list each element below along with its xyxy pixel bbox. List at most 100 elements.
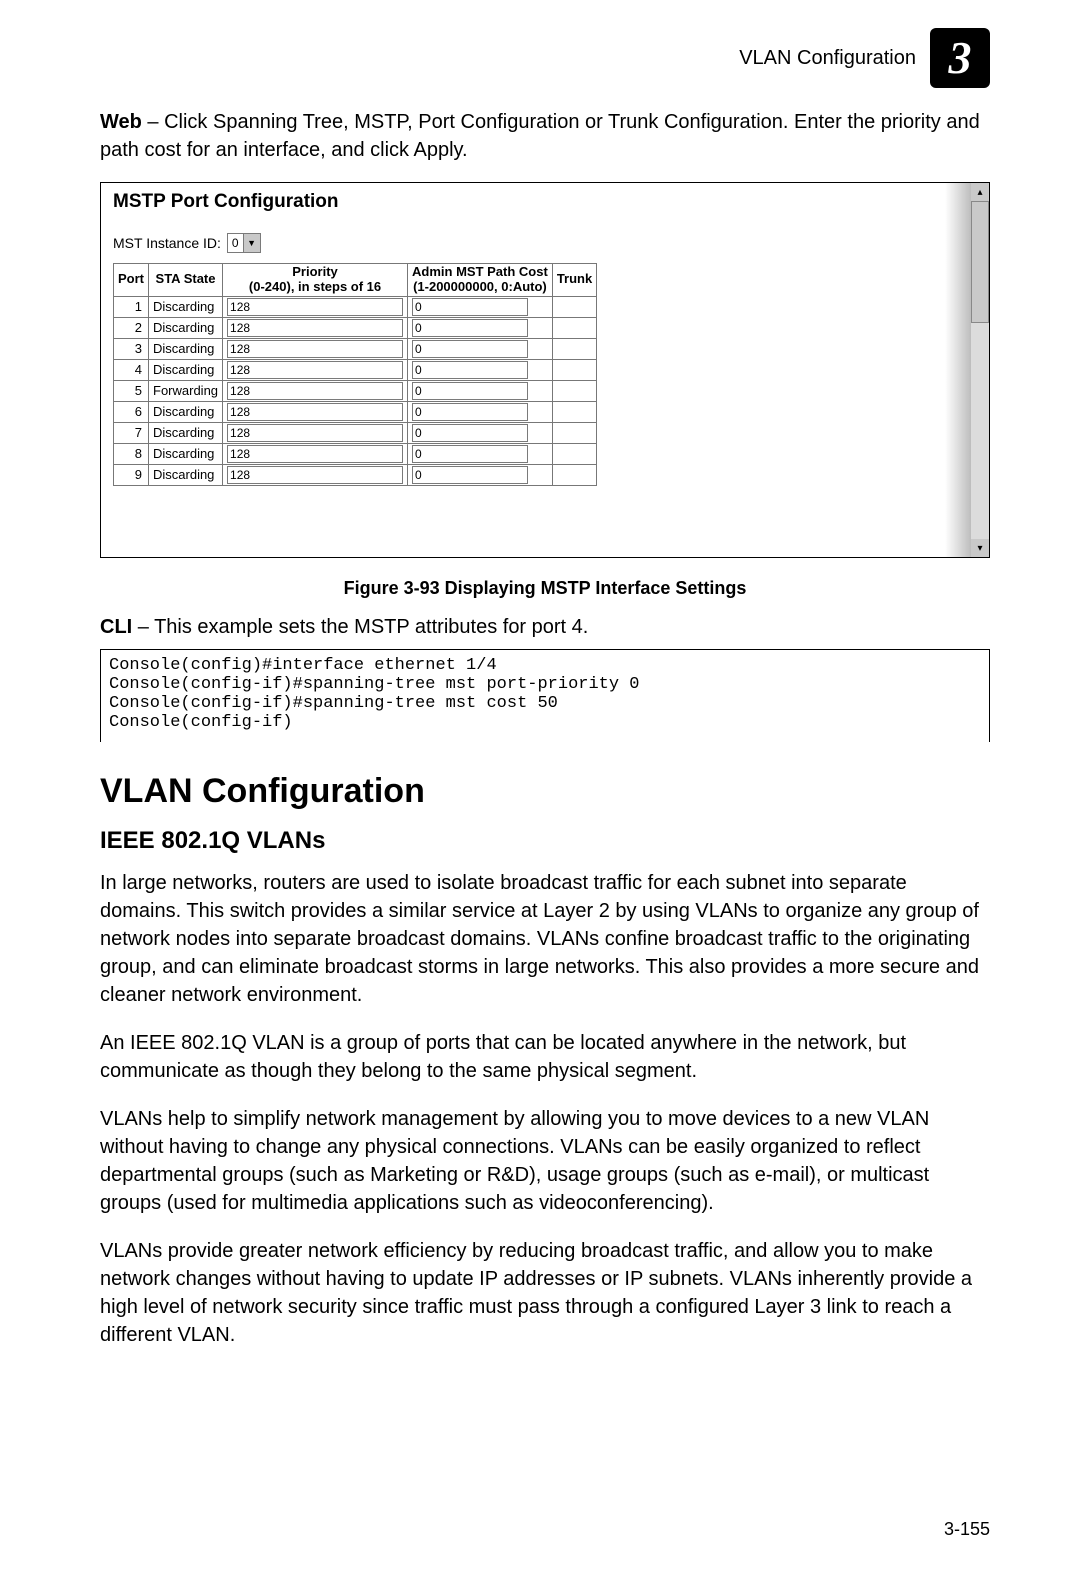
priority-header-line1: Priority (292, 264, 338, 279)
priority-cell: 128 (223, 401, 408, 422)
figure-caption: Figure 3-93 Displaying MSTP Interface Se… (100, 578, 990, 599)
scrollbar[interactable]: ▴ ▾ (971, 183, 989, 557)
para-3: VLANs help to simplify network managemen… (100, 1105, 990, 1217)
cli-intro: CLI – This example sets the MSTP attribu… (100, 613, 990, 641)
sta-cell: Discarding (149, 338, 223, 359)
priority-cell: 128 (223, 359, 408, 380)
trunk-cell (552, 296, 596, 317)
cost-input[interactable]: 0 (412, 424, 528, 442)
sta-cell: Discarding (149, 296, 223, 317)
mstp-port-table: Port STA State Priority (0-240), in step… (113, 263, 597, 486)
scrollbar-thumb[interactable] (971, 201, 989, 323)
trunk-cell (552, 443, 596, 464)
running-header: VLAN Configuration 3 (100, 28, 990, 88)
port-cell: 7 (114, 422, 149, 443)
cost-input[interactable]: 0 (412, 361, 528, 379)
mst-instance-label: MST Instance ID: (113, 235, 221, 251)
mst-instance-value: 0 (228, 236, 243, 250)
priority-cell: 128 (223, 464, 408, 485)
table-row: 5 Forwarding 128 0 (114, 380, 597, 401)
port-cell: 5 (114, 380, 149, 401)
priority-input[interactable]: 128 (227, 340, 403, 358)
scroll-down-button[interactable]: ▾ (971, 539, 989, 557)
web-instructions: Web – Click Spanning Tree, MSTP, Port Co… (100, 108, 990, 164)
port-cell: 1 (114, 296, 149, 317)
mstp-screenshot: ▴ ▾ MSTP Port Configuration MST Instance… (100, 182, 990, 558)
col-priority: Priority (0-240), in steps of 16 (223, 264, 408, 297)
port-cell: 2 (114, 317, 149, 338)
sta-cell: Discarding (149, 317, 223, 338)
port-cell: 4 (114, 359, 149, 380)
priority-header-line2: (0-240), in steps of 16 (249, 279, 381, 294)
para-4: VLANs provide greater network efficiency… (100, 1237, 990, 1349)
cost-cell: 0 (408, 338, 553, 359)
priority-cell: 128 (223, 317, 408, 338)
cost-cell: 0 (408, 296, 553, 317)
cost-cell: 0 (408, 443, 553, 464)
screenshot-edge-gradient (945, 183, 971, 557)
priority-input[interactable]: 128 (227, 424, 403, 442)
cost-input[interactable]: 0 (412, 403, 528, 421)
sta-cell: Discarding (149, 443, 223, 464)
cost-input[interactable]: 0 (412, 319, 528, 337)
scrollbar-track[interactable] (971, 201, 989, 539)
para-1: In large networks, routers are used to i… (100, 869, 990, 1009)
trunk-cell (552, 422, 596, 443)
cost-input[interactable]: 0 (412, 298, 528, 316)
sta-cell: Discarding (149, 464, 223, 485)
web-instructions-text: – Click Spanning Tree, MSTP, Port Config… (100, 111, 980, 161)
screenshot-title: MSTP Port Configuration (113, 191, 977, 213)
trunk-cell (552, 317, 596, 338)
priority-input[interactable]: 128 (227, 445, 403, 463)
cost-header-line1: Admin MST Path Cost (412, 264, 548, 279)
priority-input[interactable]: 128 (227, 361, 403, 379)
table-row: 9 Discarding 128 0 (114, 464, 597, 485)
cost-cell: 0 (408, 422, 553, 443)
table-row: 6 Discarding 128 0 (114, 401, 597, 422)
cost-cell: 0 (408, 317, 553, 338)
col-sta-state: STA State (149, 264, 223, 297)
trunk-cell (552, 359, 596, 380)
cost-cell: 0 (408, 380, 553, 401)
mst-instance-select[interactable]: 0 ▼ (227, 233, 261, 253)
cost-cell: 0 (408, 464, 553, 485)
cost-cell: 0 (408, 401, 553, 422)
trunk-cell (552, 380, 596, 401)
table-row: 8 Discarding 128 0 (114, 443, 597, 464)
port-cell: 3 (114, 338, 149, 359)
cost-input[interactable]: 0 (412, 340, 528, 358)
chevron-down-icon[interactable]: ▼ (243, 234, 260, 252)
priority-input[interactable]: 128 (227, 298, 403, 316)
table-row: 7 Discarding 128 0 (114, 422, 597, 443)
cost-input[interactable]: 0 (412, 466, 528, 484)
cost-header-line2: (1-200000000, 0:Auto) (413, 279, 547, 294)
col-trunk: Trunk (552, 264, 596, 297)
cost-cell: 0 (408, 359, 553, 380)
mst-instance-row: MST Instance ID: 0 ▼ (113, 233, 977, 253)
section-heading: VLAN Configuration (100, 772, 990, 811)
trunk-cell (552, 401, 596, 422)
priority-input[interactable]: 128 (227, 319, 403, 337)
priority-cell: 128 (223, 338, 408, 359)
cli-code-block: Console(config)#interface ethernet 1/4 C… (100, 649, 990, 742)
port-cell: 8 (114, 443, 149, 464)
col-path-cost: Admin MST Path Cost (1-200000000, 0:Auto… (408, 264, 553, 297)
chapter-badge: 3 (930, 28, 990, 88)
priority-cell: 128 (223, 422, 408, 443)
table-row: 2 Discarding 128 0 (114, 317, 597, 338)
cost-input[interactable]: 0 (412, 382, 528, 400)
sta-cell: Discarding (149, 422, 223, 443)
scroll-up-button[interactable]: ▴ (971, 183, 989, 201)
sta-cell: Forwarding (149, 380, 223, 401)
priority-input[interactable]: 128 (227, 466, 403, 484)
priority-cell: 128 (223, 296, 408, 317)
priority-input[interactable]: 128 (227, 382, 403, 400)
priority-input[interactable]: 128 (227, 403, 403, 421)
col-port: Port (114, 264, 149, 297)
web-label: Web (100, 111, 142, 133)
cost-input[interactable]: 0 (412, 445, 528, 463)
trunk-cell (552, 338, 596, 359)
sta-cell: Discarding (149, 401, 223, 422)
table-row: 4 Discarding 128 0 (114, 359, 597, 380)
cli-intro-text: – This example sets the MSTP attributes … (132, 616, 588, 638)
